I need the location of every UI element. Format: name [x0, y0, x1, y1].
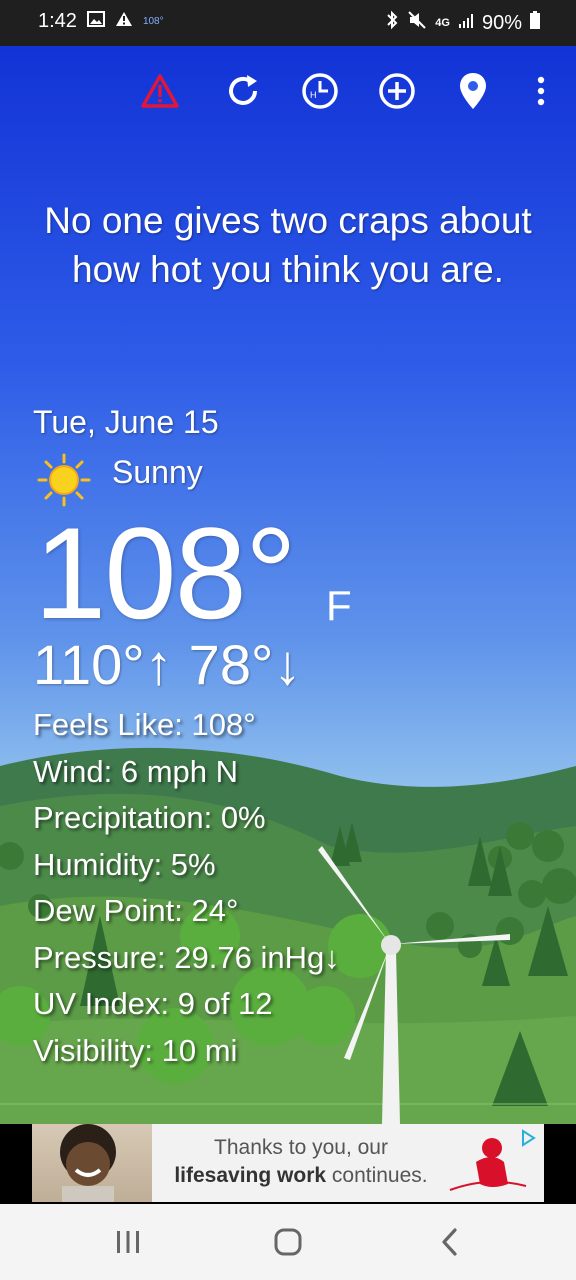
bluetooth-icon [385, 10, 399, 36]
ad-line-2-bold: lifesaving work [174, 1164, 327, 1187]
back-icon[interactable] [420, 1222, 480, 1262]
add-location-icon[interactable] [374, 68, 420, 114]
low-temp: 78°↓ [188, 633, 302, 696]
detail-feels-like: Feels Like: 108° [33, 707, 256, 742]
condition-text: Sunny [112, 454, 203, 490]
status-time: 1:42 [38, 10, 77, 32]
warning-icon [115, 10, 133, 33]
weather-app: H No one gives two craps about how hot y… [0, 46, 576, 1124]
mute-icon [407, 10, 427, 36]
ad-line-2-rest: continues. [326, 1164, 428, 1187]
alert-icon[interactable] [137, 68, 183, 114]
battery-icon [530, 11, 540, 35]
ad-child-photo [32, 1124, 152, 1202]
current-temperature: 108° [34, 500, 297, 646]
ad-text: Thanks to you, our lifesaving work conti… [156, 1134, 446, 1190]
toolbar: H [0, 68, 576, 118]
system-nav-bar [0, 1204, 576, 1280]
signal-icon [458, 12, 474, 35]
status-temp: 108° [142, 16, 164, 27]
adchoices-icon[interactable] [518, 1128, 538, 1148]
forecast-date: Tue, June 15 [33, 404, 219, 440]
home-icon[interactable] [258, 1222, 318, 1262]
detail-wind: Wind: 6 mph N [33, 753, 239, 789]
refresh-icon[interactable] [220, 68, 266, 114]
snarky-quote: No one gives two craps about how hot you… [44, 200, 532, 290]
history-clock-icon[interactable]: H [297, 68, 343, 114]
weather-details: Feels Like: 108° Wind: 6 mph N Precipita… [33, 702, 340, 1074]
detail-precipitation: Precipitation: 0% [33, 800, 266, 835]
detail-pressure: Pressure: 29.76 inHg↓ [33, 939, 340, 975]
svg-text:H: H [310, 90, 317, 100]
detail-dew-point: Dew Point: 24° [33, 893, 239, 928]
high-temp: 110°↑ [33, 633, 173, 696]
battery-text: 90% [481, 11, 522, 34]
network-label: 4G [435, 17, 450, 29]
gallery-icon [86, 10, 105, 33]
high-low: 110°↑ 78°↓ [33, 632, 301, 697]
ad-banner[interactable]: Thanks to you, our lifesaving work conti… [32, 1124, 544, 1202]
detail-visibility: Visibility: 10 mi [33, 1032, 238, 1068]
temperature-unit: F [326, 582, 352, 629]
status-bar: 1:42 108° 4G 90% [0, 0, 576, 46]
ad-bar: Thanks to you, our lifesaving work conti… [0, 1124, 576, 1204]
detail-humidity: Humidity: 5% [33, 846, 216, 882]
ad-line-1: Thanks to you, our [214, 1136, 388, 1159]
more-vert-icon[interactable] [518, 68, 564, 114]
detail-uv-index: UV Index: 9 of 12 [33, 986, 273, 1021]
location-pin-icon[interactable] [450, 68, 496, 114]
recent-apps-icon[interactable] [98, 1222, 158, 1262]
